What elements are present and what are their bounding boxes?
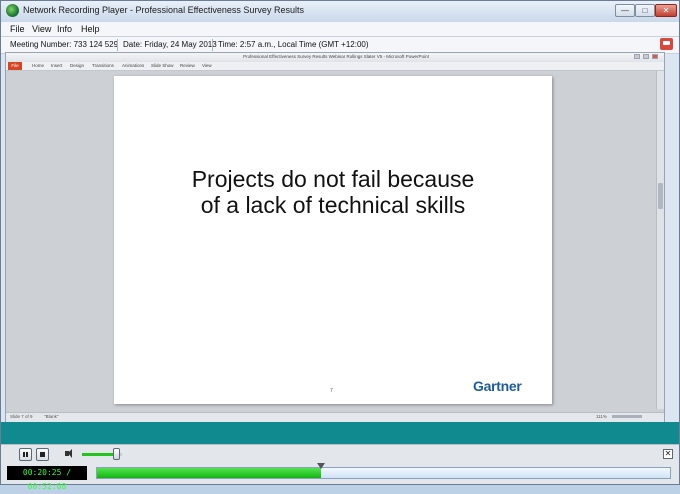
separator <box>117 39 118 51</box>
volume-icon[interactable] <box>65 449 72 458</box>
ppt-tab-insert: Insert <box>51 63 63 68</box>
slide-headline: Projects do not fail because of a lack o… <box>114 166 552 218</box>
playback-controls: ✕ <box>1 444 679 465</box>
time-display: 00:20:25 / 00:52:08 <box>7 466 87 491</box>
seek-bar[interactable] <box>96 463 671 479</box>
ppt-tab-design: Design <box>70 63 85 68</box>
title-bar: Network Recording Player - Professional … <box>1 1 679 22</box>
ppt-scroll-thumb <box>658 183 663 209</box>
menu-file[interactable]: File <box>10 24 25 34</box>
ppt-tab-review: Review <box>180 63 195 68</box>
ppt-close-icon <box>652 54 658 59</box>
separator <box>212 39 213 51</box>
ppt-tab-transitions: Transitions <box>92 63 114 68</box>
ppt-minimize-icon <box>634 54 640 59</box>
close-icon[interactable]: ✕ <box>663 449 673 459</box>
slide-headline-line-1: Projects do not fail because <box>191 166 475 192</box>
ppt-maximize-icon <box>643 54 649 59</box>
seek-bar-played <box>97 468 321 478</box>
ppt-theme-name: "Blank" <box>44 414 59 419</box>
gartner-logo: Gartner <box>473 378 522 394</box>
ppt-tab-home: Home <box>32 63 45 68</box>
ppt-tab-slideshow: Slide Show <box>151 63 174 68</box>
menu-help[interactable]: Help <box>81 24 100 34</box>
shared-powerpoint-view: Professional Effectiveness Survey Result… <box>5 52 665 422</box>
seek-handle[interactable] <box>317 463 325 469</box>
stop-icon[interactable] <box>36 448 49 461</box>
meeting-number: Meeting Number: 733 124 529 <box>10 40 119 49</box>
pause-icon[interactable] <box>19 448 32 461</box>
app-icon <box>6 4 19 17</box>
slide-canvas: Projects do not fail because of a lack o… <box>114 76 552 404</box>
chat-icon[interactable] <box>660 38 673 50</box>
ppt-quick-access: Professional Effectiveness Survey Result… <box>6 53 664 62</box>
player-window: Network Recording Player - Professional … <box>0 0 680 491</box>
window-title: Network Recording Player - Professional … <box>23 5 304 15</box>
ppt-ribbon-tabs: File Home Insert Design Transitions Anim… <box>6 62 664 71</box>
close-button[interactable]: ✕ <box>655 4 677 17</box>
slide-headline-line-2: of a lack of technical skills <box>200 192 466 218</box>
ppt-tab-view: View <box>202 63 212 68</box>
ppt-tab-animations: Animations <box>122 63 145 68</box>
meeting-date: Date: Friday, 24 May 2013 <box>123 40 217 49</box>
ppt-zoom-slider <box>612 415 642 418</box>
timeline-bar: 00:20:25 / 00:52:08 <box>1 463 679 491</box>
ppt-zoom-level: 111% <box>596 414 607 419</box>
menu-info[interactable]: Info <box>57 24 72 34</box>
ppt-status-bar: Slide 7 of 9 "Blank" 111% <box>6 412 664 422</box>
menu-bar: File View Info Help <box>1 22 679 36</box>
maximize-button[interactable]: □ <box>635 4 655 17</box>
seek-bar-remaining <box>321 468 670 478</box>
slide-number: 7 <box>330 388 333 394</box>
volume-level <box>82 453 116 456</box>
ppt-window-title: Professional Effectiveness Survey Result… <box>243 54 429 59</box>
minimize-button[interactable]: — <box>615 4 635 17</box>
meeting-time: Time: 2:57 a.m., Local Time (GMT +12:00) <box>218 40 369 49</box>
ppt-vertical-scrollbar <box>656 71 664 409</box>
ppt-slide-count: Slide 7 of 9 <box>10 414 33 419</box>
teal-band <box>1 422 679 444</box>
menu-view[interactable]: View <box>32 24 51 34</box>
ppt-file-tab: File <box>8 62 22 70</box>
volume-handle[interactable] <box>113 448 120 460</box>
